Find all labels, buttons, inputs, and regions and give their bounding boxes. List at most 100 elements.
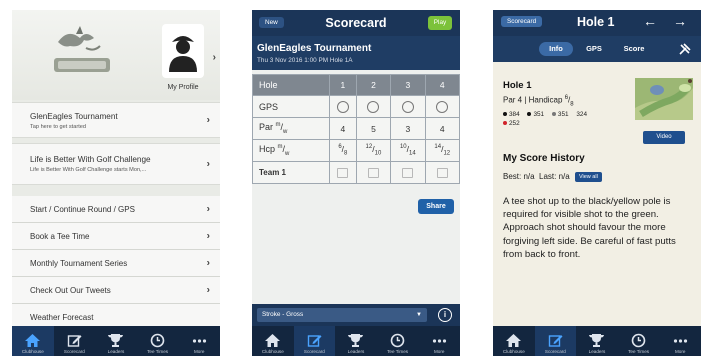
tab-scorecard[interactable]: Scorecard xyxy=(54,326,96,356)
tab-label: More xyxy=(433,349,445,354)
tab-leaders[interactable]: Leaders xyxy=(95,326,137,356)
share-button[interactable]: Share xyxy=(418,199,454,214)
hole-info-screen: Scorecard Hole 1 ← → Info GPS Score Hole… xyxy=(493,10,701,356)
handicap-women: 8 xyxy=(570,101,574,108)
scorecard-nav-bar: New Scorecard Play xyxy=(252,10,460,36)
play-button[interactable]: Play xyxy=(428,16,452,30)
tab-leaders[interactable]: Leaders xyxy=(576,326,618,356)
clock-icon xyxy=(631,333,646,348)
tab-tee-times[interactable]: Tee Times xyxy=(618,326,660,356)
tab-more[interactable]: More xyxy=(659,326,701,356)
gps-target-icon xyxy=(436,100,449,113)
dropdown-arrow-icon: ▼ xyxy=(416,312,422,318)
menu-item-book-tee-time[interactable]: Book a Tee Time › xyxy=(12,223,220,250)
card-title: Life is Better With Golf Challenge xyxy=(30,155,151,164)
gps-cell[interactable] xyxy=(424,95,460,118)
team-label[interactable]: Team 1 xyxy=(252,161,330,184)
my-profile-button[interactable]: › My Profile xyxy=(152,22,216,94)
tab-more[interactable]: More xyxy=(418,326,460,356)
gps-target-icon xyxy=(336,100,349,113)
scoring-format-select[interactable]: Stroke - Gross ▼ xyxy=(257,308,427,322)
scoring-format-bar: Stroke - Gross ▼ i xyxy=(252,304,460,326)
score-cell[interactable] xyxy=(390,161,426,184)
info-icon[interactable]: i xyxy=(438,308,452,322)
tab-tee-times[interactable]: Tee Times xyxy=(377,326,419,356)
yardage-item: 252 xyxy=(503,120,520,127)
golfer-avatar-icon xyxy=(162,24,204,78)
tab-leaders[interactable]: Leaders xyxy=(335,326,377,356)
menu-item-label: Monthly Tournament Series xyxy=(30,258,128,268)
next-hole-arrow-icon[interactable]: → xyxy=(673,13,687,29)
clock-icon xyxy=(390,333,405,348)
gps-cell[interactable] xyxy=(355,95,392,118)
hole-number[interactable]: 3 xyxy=(390,74,426,96)
table-row: Hole 1 2 3 4 xyxy=(252,74,460,96)
par-value: 4 xyxy=(424,117,460,140)
hole-map-thumbnail[interactable] xyxy=(635,78,693,120)
tab-gps[interactable]: GPS xyxy=(579,42,609,56)
view-all-button[interactable]: View all xyxy=(574,172,602,182)
table-row: Team 1 xyxy=(252,161,460,184)
menu-item-tweets[interactable]: Check Out Our Tweets › xyxy=(12,277,220,304)
tab-more[interactable]: More xyxy=(178,326,220,356)
hole-number[interactable]: 1 xyxy=(329,74,357,96)
gps-cell[interactable] xyxy=(390,95,426,118)
clubhouse-screen: › My Profile GlenEagles Tournament Tap h… xyxy=(12,10,220,356)
card-subtitle: Life is Better With Golf Challenge start… xyxy=(30,167,147,173)
challenge-card[interactable]: Life is Better With Golf Challenge Life … xyxy=(12,143,220,185)
tab-label: Scorecard xyxy=(303,349,325,354)
tab-clubhouse[interactable]: Clubhouse xyxy=(12,326,54,356)
menu-item-start-round[interactable]: Start / Continue Round / GPS › xyxy=(12,196,220,223)
tab-info[interactable]: Info xyxy=(539,42,573,56)
par-sup: m xyxy=(275,122,281,129)
tab-score[interactable]: Score xyxy=(617,42,651,56)
yardage-item: 324 xyxy=(576,111,588,118)
tab-scorecard[interactable]: Scorecard xyxy=(534,326,577,356)
my-profile-label: My Profile xyxy=(167,84,199,91)
score-cell[interactable] xyxy=(329,161,357,184)
round-date: Thu 3 Nov 2016 1:00 PM Hole 1A xyxy=(257,57,353,64)
hcp-value: 6/8 xyxy=(329,139,357,162)
hole-number[interactable]: 2 xyxy=(355,74,392,96)
tab-label: Scorecard xyxy=(63,349,85,354)
menu-item-label: Check Out Our Tweets xyxy=(30,285,111,295)
scorecard-screen: New Scorecard Play GlenEagles Tournament… xyxy=(252,10,460,356)
hcp-value: 10/14 xyxy=(390,139,426,162)
par-sub: w xyxy=(283,128,288,135)
tools-icon[interactable] xyxy=(679,43,691,55)
scoring-format-value: Stroke - Gross xyxy=(262,311,304,318)
tab-clubhouse[interactable]: Clubhouse xyxy=(493,326,535,356)
tournament-name: GlenEagles Tournament xyxy=(257,43,372,54)
more-dots-icon xyxy=(673,339,687,343)
gps-target-icon xyxy=(401,100,414,113)
tab-scorecard[interactable]: Scorecard xyxy=(293,326,336,356)
menu-item-monthly-series[interactable]: Monthly Tournament Series › xyxy=(12,250,220,277)
handicap-men: 6 xyxy=(564,95,569,101)
best-score: Best: n/a xyxy=(503,172,535,182)
video-button[interactable]: Video xyxy=(643,131,685,144)
hole-description: A tee shot up to the black/yellow pole i… xyxy=(503,196,676,260)
clock-icon xyxy=(150,333,165,348)
edit-score-icon xyxy=(436,167,448,178)
home-icon xyxy=(506,334,522,347)
tab-label: Clubhouse xyxy=(21,349,44,354)
tab-clubhouse[interactable]: Clubhouse xyxy=(252,326,294,356)
previous-hole-arrow-icon[interactable]: ← xyxy=(643,13,657,29)
chevron-right-icon: › xyxy=(206,114,210,126)
chevron-right-icon: › xyxy=(206,203,210,215)
tab-tee-times[interactable]: Tee Times xyxy=(137,326,179,356)
score-cell[interactable] xyxy=(355,161,392,184)
clubhouse-menu: GlenEagles Tournament Tap here to get st… xyxy=(12,102,220,331)
hole-number[interactable]: 4 xyxy=(424,74,460,96)
card-title: GlenEagles Tournament xyxy=(30,112,118,121)
scorecard-back-button[interactable]: Scorecard xyxy=(501,16,543,27)
tab-label: More xyxy=(674,349,686,354)
gps-cell[interactable] xyxy=(329,95,357,118)
tournament-card[interactable]: GlenEagles Tournament Tap here to get st… xyxy=(12,102,220,138)
tab-label: Scorecard xyxy=(544,349,566,354)
tab-label: Tee Times xyxy=(387,349,409,354)
hcp-label-text: Hcp xyxy=(259,144,276,155)
tee-dot-icon xyxy=(503,121,507,126)
score-cell[interactable] xyxy=(424,161,460,184)
last-score: Last: n/a xyxy=(539,172,570,182)
